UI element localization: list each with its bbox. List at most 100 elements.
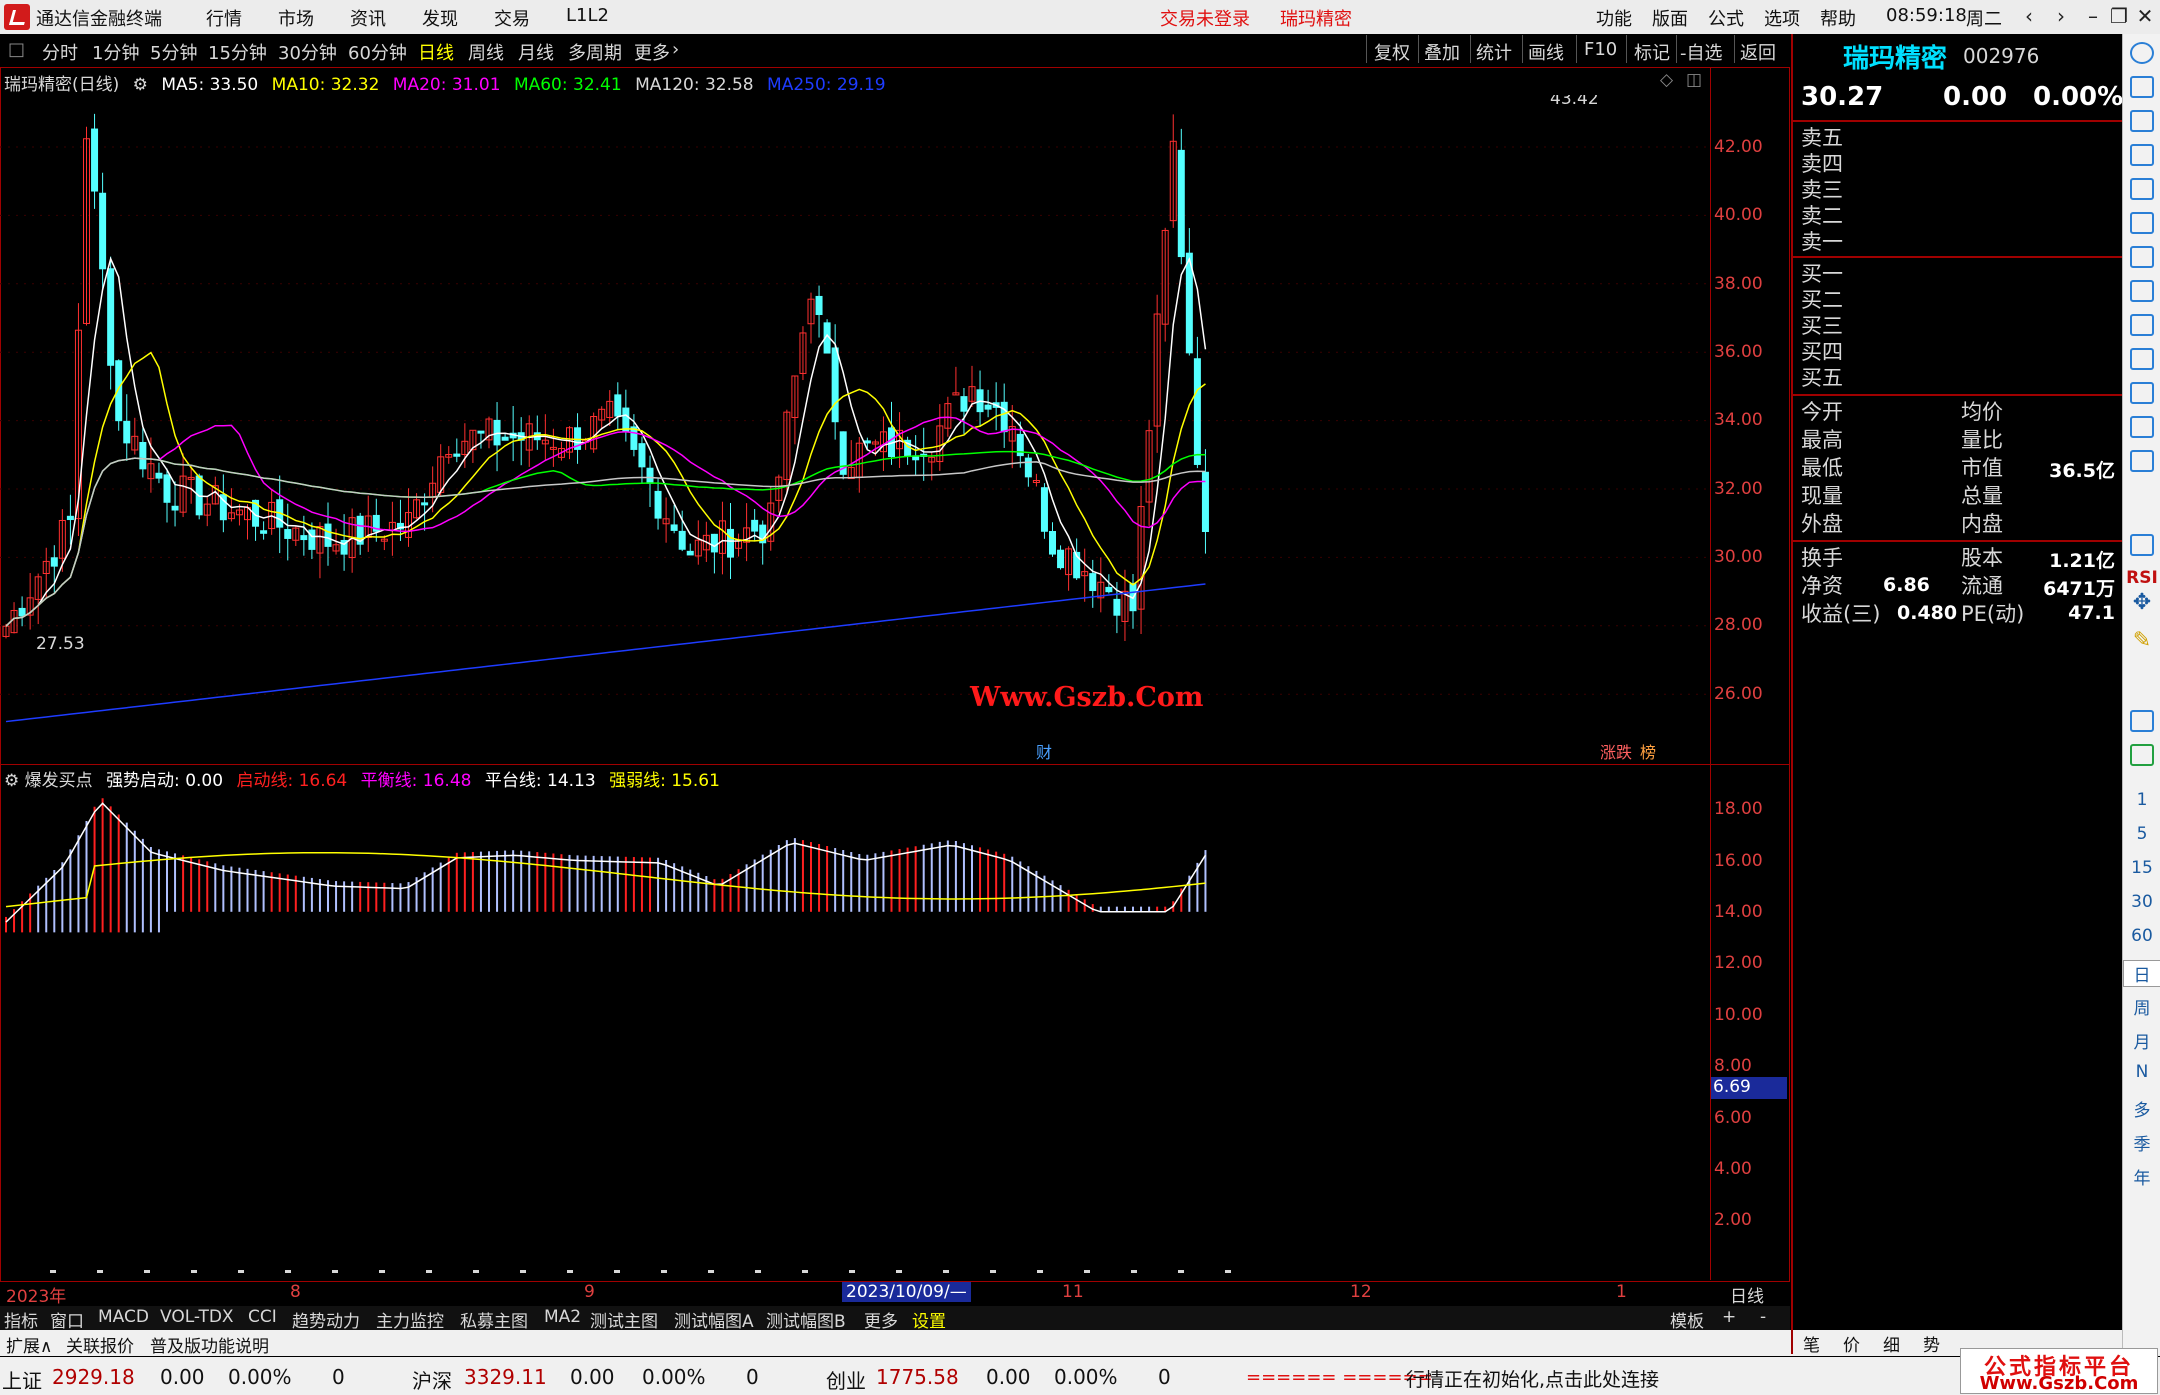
refresh-icon[interactable]	[2130, 744, 2154, 766]
period-day[interactable]: 日	[2123, 960, 2160, 987]
expand-button[interactable]: 扩展∧	[6, 1332, 52, 1357]
indicator-settings-icon[interactable]: ⚙	[4, 771, 19, 791]
minimize-icon[interactable]: –	[2080, 3, 2106, 29]
period-daily[interactable]: 日线	[418, 39, 454, 65]
menu-function[interactable]: 功能	[1596, 5, 1632, 31]
tab-more[interactable]: 更多	[864, 1307, 898, 1332]
menu-help[interactable]: 帮助	[1820, 5, 1856, 31]
tool-f10[interactable]: F10	[1584, 39, 1617, 60]
menu-l1l2[interactable]: L1L2	[566, 5, 609, 26]
tool-watchlist[interactable]: -自选	[1680, 39, 1723, 65]
index-hs-name[interactable]: 沪深	[412, 1365, 452, 1394]
back-icon[interactable]: ‹	[2016, 3, 2042, 29]
period-year[interactable]: 年	[2123, 1164, 2160, 1189]
period-60[interactable]: 60	[2123, 926, 2160, 946]
tab-indicator[interactable]: 指标	[4, 1307, 38, 1332]
menu-quotes[interactable]: 行情	[206, 5, 242, 31]
period-monthly[interactable]: 月线	[518, 39, 554, 65]
money-icon[interactable]	[2130, 450, 2154, 472]
period-weekly[interactable]: 周线	[468, 39, 504, 65]
tool-return[interactable]: 返回	[1740, 39, 1776, 65]
tab-macd[interactable]: MACD	[98, 1307, 149, 1327]
tab-cci[interactable]: CCI	[248, 1307, 277, 1327]
candlestick-chart[interactable]: 43.42 27.53 财 涨跌榜	[0, 95, 1710, 765]
period-multi[interactable]: 多周期	[568, 39, 622, 65]
tool-draw[interactable]: 画线	[1528, 39, 1564, 65]
period-n[interactable]: N	[2123, 1062, 2160, 1082]
period-1min[interactable]: 1分钟	[92, 39, 139, 65]
menu-trade[interactable]: 交易	[494, 5, 530, 31]
tab-test-main[interactable]: 测试主图	[590, 1307, 658, 1332]
diamond-icon[interactable]: ◇	[1660, 70, 1673, 90]
chevron-right-icon[interactable]: ›	[672, 39, 679, 60]
menu-formula[interactable]: 公式	[1708, 5, 1744, 31]
period-timeshare[interactable]: 分时	[42, 39, 78, 65]
menu-options[interactable]: 选项	[1764, 5, 1800, 31]
list-icon[interactable]	[2130, 348, 2154, 370]
menu-discover[interactable]: 发现	[422, 5, 458, 31]
remove-button[interactable]: -	[1760, 1307, 1766, 1327]
tab-private-main[interactable]: 私募主图	[460, 1307, 528, 1332]
settings-icon[interactable]: ⚙	[133, 75, 148, 95]
kline-icon[interactable]	[2130, 246, 2154, 268]
period-week[interactable]: 周	[2123, 994, 2160, 1019]
connection-message[interactable]: 行情正在初始化,点击此处连接	[1406, 1365, 1659, 1392]
line-chart-icon[interactable]	[2130, 212, 2154, 234]
calc-icon[interactable]	[2130, 382, 2154, 404]
top-icon[interactable]	[2130, 76, 2154, 98]
tab-settings[interactable]: 设置	[912, 1307, 946, 1332]
tab-test-a[interactable]: 测试幅图A	[674, 1307, 754, 1332]
tab-detail[interactable]: 细	[1883, 1331, 1900, 1356]
grid-icon[interactable]	[2130, 178, 2154, 200]
move-icon[interactable]: ✥	[2123, 590, 2160, 615]
forward-icon[interactable]: ›	[2048, 3, 2074, 29]
fs-icon[interactable]	[2130, 710, 2154, 732]
menu-market[interactable]: 市场	[278, 5, 314, 31]
tool-overlay[interactable]: 叠加	[1424, 39, 1460, 65]
period-30min[interactable]: 30分钟	[278, 39, 337, 65]
add-button[interactable]: +	[1722, 1307, 1736, 1327]
collapse-icon[interactable]: □	[8, 39, 25, 60]
related-quotes-button[interactable]: 关联报价	[66, 1332, 134, 1357]
tool-adjust[interactable]: 复权	[1374, 39, 1410, 65]
period-5min[interactable]: 5分钟	[150, 39, 197, 65]
pencil-icon[interactable]: ✎	[2123, 628, 2160, 653]
period-60min[interactable]: 60分钟	[348, 39, 407, 65]
news-icon[interactable]	[2130, 280, 2154, 302]
restore-icon[interactable]: ❐	[2106, 3, 2132, 29]
tab-vol[interactable]: VOL-TDX	[160, 1307, 234, 1327]
down-icon[interactable]	[2130, 110, 2154, 132]
index-cy-name[interactable]: 创业	[826, 1365, 866, 1394]
menu-layout[interactable]: 版面	[1652, 5, 1688, 31]
tab-main-monitor[interactable]: 主力监控	[376, 1307, 444, 1332]
tool-mark[interactable]: 标记	[1634, 39, 1670, 65]
login-status[interactable]: 交易未登录	[1160, 5, 1250, 31]
tab-trend[interactable]: 趋势动力	[292, 1307, 360, 1332]
window-toggle-icon[interactable]: ◫	[1686, 70, 1702, 90]
tab-ma2[interactable]: MA2	[544, 1307, 581, 1327]
tab-prices[interactable]: 价	[1843, 1331, 1860, 1356]
up-arrow-icon[interactable]	[2130, 42, 2154, 64]
period-15[interactable]: 15	[2123, 858, 2160, 878]
period-more[interactable]: 更多	[634, 39, 670, 65]
tab-trend-small[interactable]: 势	[1923, 1331, 1940, 1356]
tab-test-b[interactable]: 测试幅图B	[766, 1307, 846, 1332]
finance-icon[interactable]	[2130, 314, 2154, 336]
sort-icon[interactable]	[2130, 144, 2154, 166]
period-30[interactable]: 30	[2123, 892, 2160, 912]
close-icon[interactable]: ✕	[2132, 3, 2158, 29]
period-quarter[interactable]: 季	[2123, 1130, 2160, 1155]
period-multi-side[interactable]: 多	[2123, 1096, 2160, 1121]
menu-news[interactable]: 资讯	[350, 5, 386, 31]
period-15min[interactable]: 15分钟	[208, 39, 267, 65]
f12-icon[interactable]	[2130, 416, 2154, 438]
tool-stats[interactable]: 统计	[1476, 39, 1512, 65]
stock-tab[interactable]: 瑞玛精密	[1280, 5, 1352, 31]
period-5[interactable]: 5	[2123, 824, 2160, 844]
template-button[interactable]: 模板	[1670, 1307, 1704, 1332]
version-info-button[interactable]: 普及版功能说明	[150, 1332, 269, 1357]
wave-icon[interactable]	[2130, 534, 2154, 556]
tab-window[interactable]: 窗口	[50, 1307, 84, 1332]
rsi-button[interactable]: RSI	[2123, 568, 2160, 588]
period-month[interactable]: 月	[2123, 1028, 2160, 1053]
